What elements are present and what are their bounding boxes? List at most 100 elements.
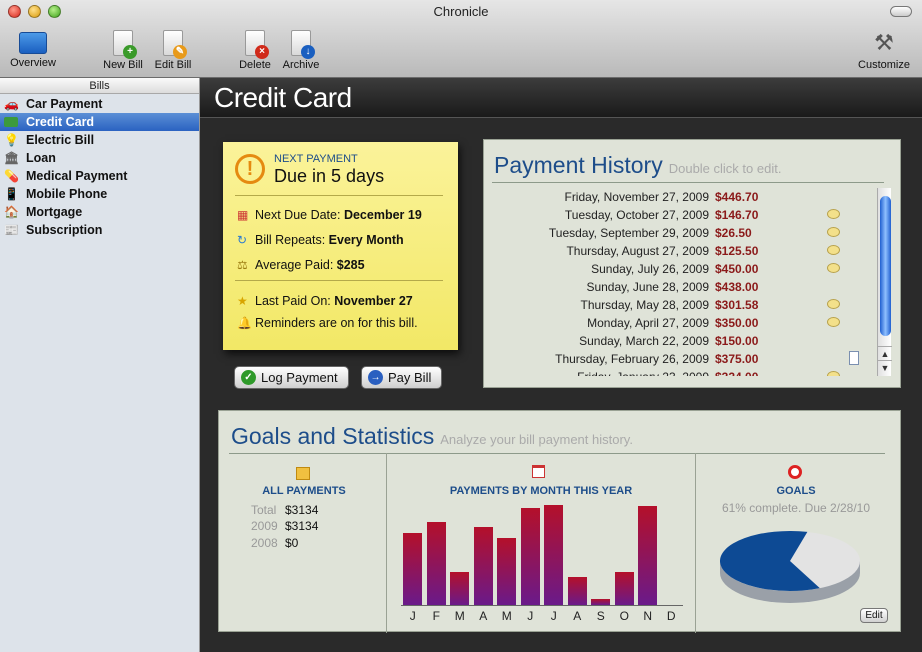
log-payment-button[interactable]: ✓ Log Payment	[234, 366, 349, 389]
sidebar-item-electric-bill[interactable]: 💡 Electric Bill	[0, 131, 199, 149]
window-title: Chronicle	[433, 4, 489, 19]
customize-button[interactable]: ⚒ Customize	[852, 28, 916, 76]
sidebar-item-medical-payment[interactable]: 💊 Medical Payment	[0, 167, 199, 185]
attachment-document-icon[interactable]	[849, 351, 859, 365]
repeats-row: ↻ Bill Repeats: Every Month	[237, 233, 404, 247]
month-tick-label: J	[409, 609, 416, 623]
payment-row[interactable]: Thursday, February 26, 2009 $375.00	[494, 350, 876, 368]
edit-goal-button[interactable]: Edit	[860, 608, 888, 623]
note-bubble-icon[interactable]	[827, 245, 840, 255]
scrollbar-thumb[interactable]	[880, 196, 891, 336]
target-icon	[788, 465, 802, 479]
sidebar-item-credit-card[interactable]: Credit Card	[0, 113, 199, 131]
calendar-icon: ▦	[237, 208, 249, 222]
note-bubble-icon[interactable]	[827, 227, 840, 237]
month-tick-label: S	[596, 609, 605, 623]
sidebar-item-subscription[interactable]: 📰 Subscription	[0, 221, 199, 239]
car-icon: 🚗	[4, 97, 19, 111]
month-tick-label: N	[643, 609, 653, 623]
note-bubble-icon[interactable]	[827, 317, 840, 327]
payment-row[interactable]: Sunday, June 28, 2009 $438.00	[494, 278, 876, 296]
payment-date: Thursday, February 26, 2009	[555, 352, 709, 366]
payment-date: Monday, April 27, 2009	[587, 316, 709, 330]
payment-row[interactable]: Sunday, July 26, 2009 $450.00	[494, 260, 876, 278]
stat-label: Total	[251, 503, 277, 517]
month-bar	[450, 572, 470, 605]
payment-date: Sunday, July 26, 2009	[591, 262, 709, 276]
payment-amount: $146.70	[715, 208, 759, 222]
month-bar	[638, 506, 658, 605]
bill-header: Credit Card	[200, 78, 922, 118]
archive-document-icon: ↓	[291, 30, 315, 59]
note-bubble-icon[interactable]	[827, 263, 840, 273]
month-tick-label: J	[550, 609, 557, 623]
bills-sidebar: Bills 🚗 Car Payment Credit Card 💡 Electric…	[0, 78, 200, 652]
stat-value: $3134	[285, 503, 319, 517]
payment-amount: $301.58	[715, 298, 759, 312]
sidebar-item-mobile-phone[interactable]: 📱 Mobile Phone	[0, 185, 199, 203]
month-tick-label: J	[527, 609, 534, 623]
monthly-bar-chart	[401, 505, 683, 606]
payment-date: Thursday, August 27, 2009	[566, 244, 709, 258]
payment-row[interactable]: Tuesday, October 27, 2009 $146.70	[494, 206, 876, 224]
payment-date: Sunday, March 22, 2009	[579, 334, 709, 348]
pay-bill-button[interactable]: → Pay Bill	[361, 366, 443, 389]
next-due-row: ▦ Next Due Date: December 19	[237, 208, 422, 222]
payment-row[interactable]: Thursday, August 27, 2009 $125.50	[494, 242, 876, 260]
stat-label: 2009	[251, 519, 278, 533]
payment-row[interactable]: Thursday, May 28, 2009 $301.58	[494, 296, 876, 314]
month-tick-label: O	[619, 609, 629, 623]
delete-button[interactable]: × Delete	[232, 28, 278, 76]
goals-heading: GOALS	[776, 485, 816, 497]
stat-value: $3134	[285, 519, 319, 533]
tools-icon: ⚒	[874, 30, 894, 55]
bell-icon: 🔔	[237, 316, 252, 330]
new-document-icon: +	[113, 30, 137, 59]
archive-button[interactable]: ↓ Archive	[278, 28, 324, 76]
month-tick-label: M	[501, 609, 512, 623]
month-bar	[591, 599, 611, 605]
stat-value: $0	[285, 536, 299, 550]
edit-bill-button[interactable]: ✎ Edit Bill	[150, 28, 196, 76]
month-bar	[426, 522, 446, 605]
reminders-row: 🔔 Reminders are on for this bill.	[237, 316, 418, 330]
checkmark-icon: ✓	[241, 370, 256, 385]
last-paid-row: ★ Last Paid On: November 27	[237, 294, 413, 308]
edit-document-icon: ✎	[163, 30, 187, 59]
scroll-down-arrow-icon[interactable]: ▼	[878, 360, 892, 374]
payment-amount: $375.00	[715, 352, 759, 366]
note-bubble-icon[interactable]	[827, 371, 840, 376]
month-bar	[544, 505, 564, 605]
stat-label: 2008	[251, 536, 278, 550]
note-bubble-icon[interactable]	[827, 209, 840, 219]
note-divider	[235, 280, 443, 281]
month-bar	[567, 577, 587, 605]
goals-statistics-panel: Goals and Statistics Analyze your bill pa…	[218, 410, 901, 633]
payment-row[interactable]: Sunday, March 22, 2009 $150.00	[494, 332, 876, 350]
toolbar-toggle-button[interactable]	[890, 6, 912, 17]
history-scrollbar[interactable]: ▲ ▼	[877, 188, 892, 376]
goal-pie-chart	[720, 530, 860, 603]
goal-progress-text: 61% complete. Due 2/28/10	[721, 501, 871, 515]
payment-date: Sunday, June 28, 2009	[586, 280, 709, 294]
sidebar-item-car-payment[interactable]: 🚗 Car Payment	[0, 95, 199, 113]
payment-history-title: Payment History Double click to edit.	[494, 152, 782, 178]
payment-amount: $150.00	[715, 334, 759, 348]
overview-button[interactable]: Overview	[6, 28, 60, 76]
pill-icon: 💊	[4, 169, 19, 183]
payment-date: Friday, January 23, 2009	[577, 368, 709, 376]
alert-icon: !	[235, 154, 265, 184]
scroll-up-arrow-icon[interactable]: ▲	[878, 346, 892, 360]
new-bill-button[interactable]: + New Bill	[100, 28, 146, 76]
note-bubble-icon[interactable]	[827, 299, 840, 309]
month-bar	[614, 572, 634, 605]
payment-history-list[interactable]: Friday, November 27, 2009 $446.70 Tuesday,…	[494, 188, 876, 376]
sidebar-item-loan[interactable]: 🏛 Loan	[0, 149, 199, 167]
goals-section: GOALS 61% complete. Due 2/28/10 Edit	[696, 461, 896, 626]
payment-row[interactable]: Tuesday, September 29, 2009 $26.50	[494, 224, 876, 242]
month-bar	[473, 527, 493, 605]
payment-row[interactable]: Friday, November 27, 2009 $446.70	[494, 188, 876, 206]
payment-row[interactable]: Monday, April 27, 2009 $350.00	[494, 314, 876, 332]
sidebar-item-mortgage[interactable]: 🏠 Mortgage	[0, 203, 199, 221]
payment-row[interactable]: Friday, January 23, 2009 $324.00	[494, 368, 876, 376]
